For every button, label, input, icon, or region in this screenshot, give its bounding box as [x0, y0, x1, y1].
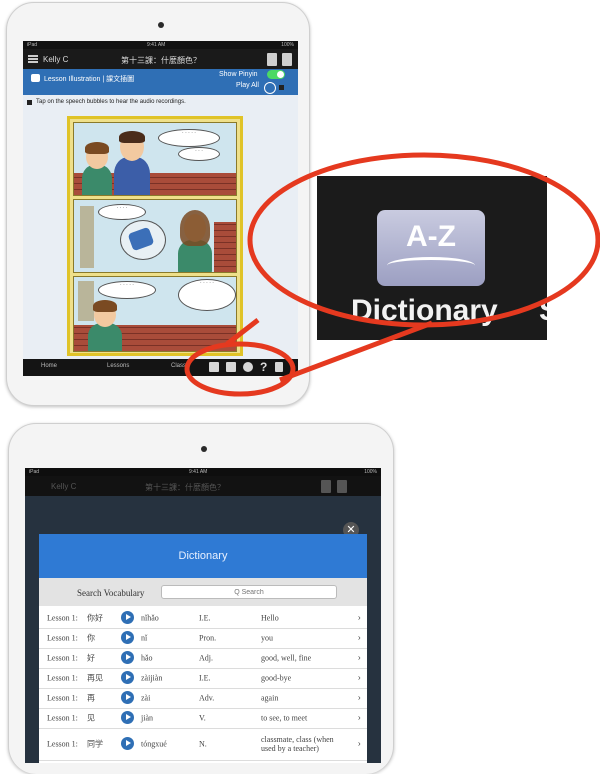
definition: again [261, 693, 279, 703]
ipad-screen-bottom: iPad 9:41 AM 100% Kelly C 第十三課：什麼顏色？ ✕ D… [25, 468, 381, 763]
definition: you [261, 633, 273, 643]
pinyin: zàijiàn [141, 673, 163, 683]
chevron-right-icon: › [357, 612, 361, 624]
part-of-speech: Adv. [199, 693, 215, 703]
part-of-speech: I.E. [199, 673, 211, 683]
hanzi: 再见 [87, 673, 103, 683]
vocabulary-list: Lesson 1: 你好 nǐhǎo I.E. Hello › Lesson 1… [39, 608, 367, 763]
ipad-device-bottom: iPad 9:41 AM 100% Kelly C 第十三課：什麼顏色？ ✕ D… [8, 423, 394, 774]
hanzi: 见 [87, 713, 95, 723]
chevron-right-icon: › [357, 672, 361, 684]
pinyin: nǐhǎo [141, 613, 159, 623]
callout-connector [225, 318, 260, 346]
chevron-right-icon: › [357, 712, 361, 724]
lesson-ref: Lesson 1: [47, 739, 78, 749]
pinyin: zài [141, 693, 151, 703]
lesson-ref: Lesson 1: [47, 613, 78, 623]
part-of-speech: Pron. [199, 633, 217, 643]
chevron-right-icon: › [357, 652, 361, 664]
play-audio-icon[interactable] [121, 737, 134, 750]
chevron-right-icon: › [357, 738, 361, 750]
hanzi: 好 [87, 653, 95, 663]
notes-icon [321, 480, 331, 493]
callout-ellipse-large [247, 152, 600, 328]
front-camera [201, 446, 207, 452]
part-of-speech: I.E. [199, 613, 211, 623]
vocab-row[interactable]: Lesson 1: 再 zài Adv. again › [39, 688, 367, 709]
pinyin: hǎo [141, 653, 153, 663]
vocab-row[interactable]: Lesson 1: 再见 zàijiàn I.E. good-bye › [39, 668, 367, 689]
search-input[interactable] [161, 585, 337, 599]
carrier-label: iPad [29, 469, 40, 475]
search-row: Search Vocabulary [39, 578, 367, 606]
chevron-right-icon: › [357, 632, 361, 644]
hanzi: 同学 [87, 739, 103, 749]
search-vocabulary-label: Search Vocabulary [77, 588, 145, 598]
play-audio-icon[interactable] [121, 611, 134, 624]
definition: classmate, class (when used by a teacher… [261, 735, 334, 753]
definition: to see, to meet [261, 713, 308, 723]
definition: good-bye [261, 673, 292, 683]
lesson-ref: Lesson 1: [47, 633, 78, 643]
hanzi: 你 [87, 633, 95, 643]
callout-ellipse-small [184, 341, 296, 397]
workbook-icon [337, 480, 347, 493]
vocab-row[interactable]: Lesson 1: 同学 tóngxué N. classmate, class… [39, 728, 367, 761]
chevron-right-icon: › [357, 692, 361, 704]
status-bar: iPad 9:41 AM 100% [25, 468, 381, 476]
vocab-row[interactable]: Lesson 1: 你 nǐ Pron. you › [39, 628, 367, 649]
dictionary-title: Dictionary [178, 550, 228, 562]
part-of-speech: V. [199, 713, 206, 723]
definition: good, well, fine [261, 653, 312, 663]
play-audio-icon[interactable] [121, 691, 134, 704]
vocab-row[interactable]: Lesson 1: 你好 nǐhǎo I.E. Hello › [39, 608, 367, 629]
callout-connector [279, 320, 433, 383]
user-name: Kelly C [51, 482, 77, 491]
play-audio-icon[interactable] [121, 651, 134, 664]
part-of-speech: N. [199, 739, 207, 749]
lesson-title: 第十三課：什麼顏色？ [145, 483, 225, 492]
part-of-speech: Adj. [199, 653, 213, 663]
lesson-ref: Lesson 1: [47, 653, 78, 663]
hanzi: 你好 [87, 613, 103, 623]
app-top-bar-dimmed: Kelly C 第十三課：什麼顏色？ [25, 476, 381, 496]
play-audio-icon[interactable] [121, 631, 134, 644]
lesson-ref: Lesson 1: [47, 673, 78, 683]
lesson-ref: Lesson 1: [47, 713, 78, 723]
pinyin: tóngxué [141, 739, 167, 749]
vocab-row[interactable]: Lesson 1: 见 jiàn V. to see, to meet › [39, 708, 367, 729]
vocab-row[interactable]: Lesson 1: 好 hǎo Adj. good, well, fine › [39, 648, 367, 669]
definition: Hello [261, 613, 279, 623]
pinyin: jiàn [141, 713, 153, 723]
play-audio-icon[interactable] [121, 711, 134, 724]
dictionary-header: Dictionary [39, 534, 367, 578]
lesson-ref: Lesson 1: [47, 693, 78, 703]
pinyin: nǐ [141, 633, 148, 643]
hanzi: 再 [87, 693, 95, 703]
play-audio-icon[interactable] [121, 671, 134, 684]
dictionary-modal: Dictionary Search Vocabulary Lesson 1: 你… [39, 534, 367, 763]
clock-label: 9:41 AM [189, 469, 208, 475]
battery-label: 100% [364, 469, 377, 475]
